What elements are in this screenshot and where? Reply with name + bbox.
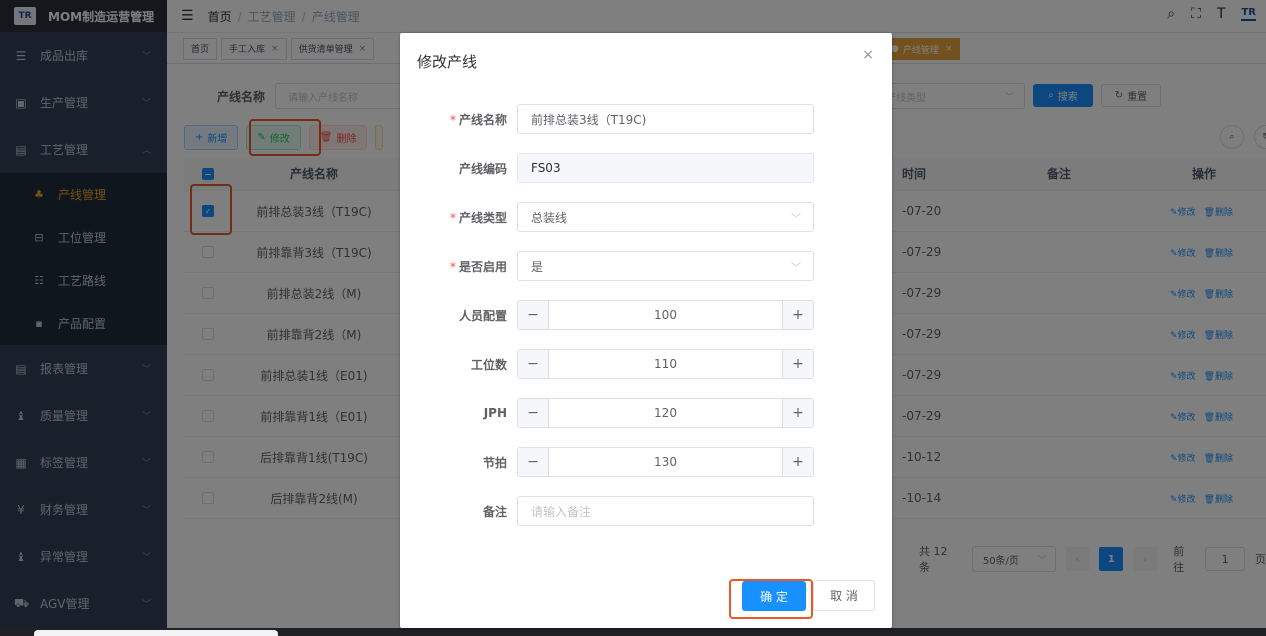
dialog-title: 修改产线 xyxy=(417,53,478,71)
bottom-strip xyxy=(0,628,1266,636)
form-row-stations: 工位数 − 110 + xyxy=(400,349,892,379)
plus-icon[interactable]: + xyxy=(782,399,813,427)
stepper-value[interactable]: 130 xyxy=(549,448,782,476)
browser-tab xyxy=(34,630,278,636)
minus-icon[interactable]: − xyxy=(518,448,549,476)
stepper-value[interactable]: 120 xyxy=(549,399,782,427)
remark-input[interactable]: 请输入备注 xyxy=(517,496,814,526)
stepper-value[interactable]: 110 xyxy=(549,350,782,378)
field-label: JPH xyxy=(483,406,507,420)
stations-stepper: − 110 + xyxy=(517,349,814,379)
plus-icon[interactable]: + xyxy=(782,350,813,378)
cancel-button[interactable]: 取 消 xyxy=(813,580,875,611)
staff-stepper: − 100 + xyxy=(517,300,814,330)
highlight-box xyxy=(729,579,813,619)
select-value: 总装线 xyxy=(531,210,568,225)
field-label: * 产线名称 xyxy=(449,112,507,127)
form-row-takt: 节拍 − 130 + xyxy=(400,447,892,477)
form-row-type: * 产线类型 总装线 ﹀ xyxy=(400,202,892,232)
form-row-enabled: * 是否启用 是 ﹀ xyxy=(400,251,892,281)
field-label: 产线编码 xyxy=(458,161,507,176)
plus-icon[interactable]: + xyxy=(782,301,813,329)
form-row-code: 产线编码 FS03 xyxy=(400,153,892,183)
enabled-dropdown[interactable]: 是 ﹀ xyxy=(517,251,814,281)
jph-stepper: − 120 + xyxy=(517,398,814,428)
edit-line-dialog: 修改产线 × * 产线名称 前排总装3线（T19C) 产线编码 FS03 * 产线类… xyxy=(400,33,892,628)
line-code-input: FS03 xyxy=(517,153,814,183)
form-row-name: * 产线名称 前排总装3线（T19C) xyxy=(400,104,892,134)
field-label: 工位数 xyxy=(470,357,507,372)
form-row-jph: JPH − 120 + xyxy=(400,398,892,428)
plus-icon[interactable]: + xyxy=(782,448,813,476)
form-row-staff: 人员配置 − 100 + xyxy=(400,300,892,330)
field-label: 备注 xyxy=(482,504,507,519)
close-icon[interactable]: × xyxy=(862,47,874,63)
line-name-input[interactable]: 前排总装3线（T19C) xyxy=(517,104,814,134)
select-value: 是 xyxy=(531,259,544,274)
chevron-down-icon: ﹀ xyxy=(791,213,801,225)
field-label: 节拍 xyxy=(482,455,507,470)
stepper-value[interactable]: 100 xyxy=(549,301,782,329)
minus-icon[interactable]: − xyxy=(518,399,549,427)
form-row-remark: 备注 请输入备注 xyxy=(400,496,892,526)
line-type-dropdown[interactable]: 总装线 ﹀ xyxy=(517,202,814,232)
field-label: * 是否启用 xyxy=(449,259,507,274)
field-label: 人员配置 xyxy=(458,308,507,323)
takt-stepper: − 130 + xyxy=(517,447,814,477)
minus-icon[interactable]: − xyxy=(518,301,549,329)
minus-icon[interactable]: − xyxy=(518,350,549,378)
field-label: * 产线类型 xyxy=(449,210,507,225)
chevron-down-icon: ﹀ xyxy=(791,262,801,274)
